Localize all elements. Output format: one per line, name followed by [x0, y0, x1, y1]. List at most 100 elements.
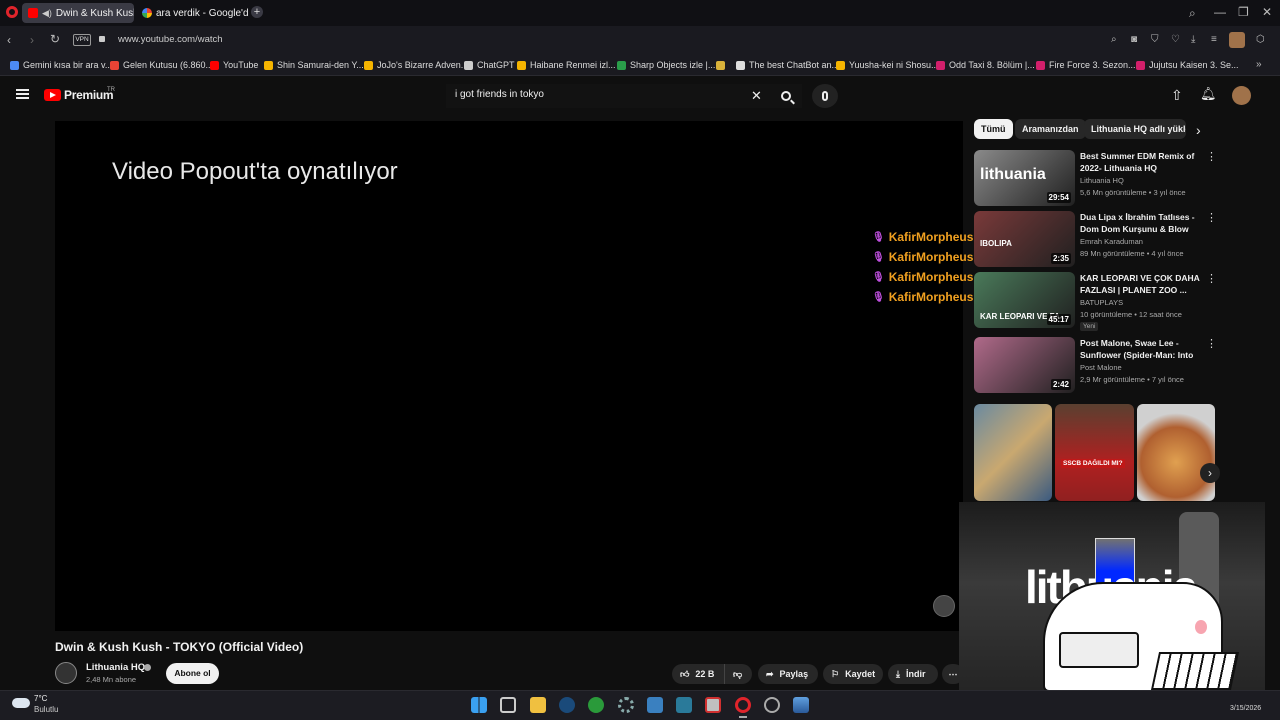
bookmark-item[interactable] — [716, 58, 729, 72]
video-thumbnail[interactable]: lithuania 29:54 — [974, 150, 1075, 206]
recommended-video[interactable]: KAR LEOPARI VE FA... 45:17 KAR LEOPARI VE … — [974, 272, 1217, 331]
chip-channel-uploads[interactable]: Lithuania HQ adlı yükle — [1084, 119, 1186, 139]
notifications-bell-icon[interactable]: 🔔︎ — [1200, 86, 1217, 102]
search-button[interactable] — [771, 84, 801, 108]
vpn-badge[interactable]: VPN — [73, 34, 91, 46]
bookmark-item[interactable]: Odd Taxi 8. Bölüm |... — [936, 58, 1035, 72]
photos-icon[interactable] — [793, 697, 809, 713]
snipping-tool-icon[interactable] — [705, 697, 721, 713]
opera-logo-icon[interactable] — [6, 6, 18, 18]
url-field[interactable]: www.youtube.com/watch — [118, 34, 223, 45]
bookmark-item[interactable]: Gelen Kutusu (6.860... — [110, 58, 213, 72]
download-button[interactable]: ⤓ İndir — [888, 664, 938, 684]
like-button[interactable]: 👍︎ 22 B — [672, 664, 724, 684]
heart-icon[interactable]: ♡ — [1171, 34, 1180, 46]
shelf-thumb-sscb[interactable]: SSCB DAĞILDI MI? — [1055, 404, 1134, 501]
video-thumbnail[interactable]: KAR LEOPARI VE FA... 45:17 — [974, 272, 1075, 328]
video-thumbnail[interactable]: IBOLIPA 2:35 — [974, 211, 1075, 267]
shield-icon[interactable]: ⛉ — [1151, 34, 1159, 46]
bookmark-item[interactable]: Gemini kısa bir ara v... — [10, 58, 112, 72]
bookmark-item[interactable]: Fire Force 3. Sezon... — [1036, 58, 1136, 72]
account-avatar[interactable] — [1232, 86, 1251, 105]
app-icon-2[interactable] — [676, 697, 692, 713]
popout-video-window[interactable]: lithuania — [959, 502, 1265, 704]
profile-avatar[interactable] — [1229, 32, 1245, 48]
camera-icon[interactable]: ◙ — [1131, 34, 1137, 46]
dislike-button[interactable]: 👎︎ — [724, 664, 752, 684]
reload-icon[interactable]: ↻ — [50, 33, 60, 45]
shelf-thumb-ramen[interactable] — [1137, 404, 1215, 501]
bookmark-label: The best ChatBot an... — [749, 60, 840, 70]
search-input[interactable]: i got friends in tokyo — [455, 89, 544, 100]
share-button[interactable]: ➦ Paylaş — [758, 664, 818, 684]
bookmark-item[interactable]: ChatGPT — [464, 58, 515, 72]
more-options-icon[interactable]: ⋮ — [1206, 272, 1217, 285]
bookmark-item[interactable]: Shin Samurai-den Y... — [264, 58, 364, 72]
recommended-video[interactable]: IBOLIPA 2:35 Dua Lipa x İbrahim Tatlıses -… — [974, 211, 1217, 269]
video-player[interactable] — [55, 121, 963, 631]
clock-app-icon[interactable] — [764, 697, 780, 713]
extensions-icon[interactable]: ⬡ — [1256, 34, 1265, 46]
chip-from-search[interactable]: Aramanızdan — [1015, 119, 1086, 139]
bookmark-item[interactable]: The best ChatBot an... — [736, 58, 839, 72]
video-channel[interactable]: BATUPLAYS — [1080, 298, 1123, 307]
new-tab-button[interactable]: + — [251, 6, 263, 18]
back-icon[interactable]: ‹ — [7, 34, 11, 46]
xbox-icon[interactable] — [588, 697, 604, 713]
channel-avatar[interactable] — [55, 662, 77, 684]
file-explorer-icon[interactable] — [530, 697, 546, 713]
menu-icon[interactable]: ≡ — [1211, 34, 1217, 46]
shelf-thumb-anime[interactable] — [974, 404, 1052, 501]
chips-next-icon[interactable]: › — [1196, 122, 1201, 138]
hamburger-menu-icon[interactable] — [16, 89, 29, 99]
tab-youtube[interactable]: ◀) Dwin & Kush Kush - T — [22, 3, 134, 23]
close-window-icon[interactable]: ✕ — [1262, 6, 1272, 18]
bookmark-item[interactable]: Yuusha-kei ni Shosu... — [836, 58, 939, 72]
weather-temperature[interactable]: 7°C — [34, 694, 47, 703]
weather-cloud-icon[interactable] — [12, 698, 30, 708]
video-channel[interactable]: Post Malone — [1080, 363, 1122, 372]
subscribe-button[interactable]: Abone ol — [166, 663, 219, 684]
settings-gear-icon[interactable] — [618, 697, 634, 713]
more-options-icon[interactable]: ⋮ — [1206, 150, 1217, 163]
opera-taskbar-icon[interactable] — [735, 697, 751, 713]
video-title[interactable]: Dua Lipa x İbrahim Tatlıses - Dom Dom Ku… — [1080, 211, 1202, 235]
more-options-icon[interactable]: ⋮ — [1206, 211, 1217, 224]
shelf-next-button[interactable]: › — [1200, 463, 1220, 483]
bookmark-item[interactable]: Jujutsu Kaisen 3. Se... — [1136, 58, 1239, 72]
task-view-icon[interactable] — [500, 697, 516, 713]
clear-search-icon[interactable]: ✕ — [751, 88, 762, 104]
video-channel[interactable]: Emrah Karaduman — [1080, 237, 1143, 246]
find-icon[interactable]: ⌕ — [1111, 34, 1117, 46]
video-title[interactable]: Post Malone, Swae Lee - Sunflower (Spide… — [1080, 337, 1202, 361]
forward-icon[interactable]: › — [30, 34, 34, 46]
chat-username: KafirMorpheus : — [888, 230, 981, 244]
upload-icon[interactable]: ⇧ — [1171, 87, 1183, 104]
app-icon-1[interactable] — [647, 697, 663, 713]
more-bookmarks-icon[interactable]: » — [1256, 59, 1262, 71]
search-tabs-icon[interactable]: ⌕ — [1189, 7, 1196, 19]
channel-name[interactable]: Lithuania HQ — [86, 662, 145, 673]
more-options-icon[interactable]: ⋮ — [1206, 337, 1217, 350]
tab-google[interactable]: ara verdik - Google'da Ara — [136, 3, 248, 23]
save-button[interactable]: ⚐ Kaydet — [823, 664, 883, 684]
video-thumbnail[interactable]: 2:42 — [974, 337, 1075, 393]
minimize-icon[interactable]: — — [1214, 6, 1226, 18]
chip-all[interactable]: Tümü — [974, 119, 1013, 139]
download-icon[interactable]: ⤓ — [1191, 34, 1195, 46]
maximize-icon[interactable]: ❐ — [1238, 6, 1249, 18]
recommended-video[interactable]: 2:42 Post Malone, Swae Lee - Sunflower (S… — [974, 337, 1217, 395]
video-title[interactable]: KAR LEOPARI VE ÇOK DAHA FAZLASI | PLANET… — [1080, 272, 1202, 296]
bookmark-item[interactable]: Sharp Objects izle |... — [617, 58, 715, 72]
bookmark-item[interactable]: Haibane Renmei izl... — [517, 58, 616, 72]
taskbar-date[interactable]: 3/15/2026 — [1230, 705, 1261, 712]
recommended-video[interactable]: lithuania 29:54 Best Summer EDM Remix of 2… — [974, 150, 1217, 208]
start-windows-icon[interactable] — [471, 697, 487, 713]
youtube-logo[interactable]: Premium — [44, 88, 114, 102]
bookmark-item[interactable]: YouTube — [210, 58, 258, 72]
bookmark-item[interactable]: JoJo's Bizarre Adven... — [364, 58, 468, 72]
video-title[interactable]: Best Summer EDM Remix of 2022- Lithuania… — [1080, 150, 1202, 174]
video-channel[interactable]: Lithuania HQ — [1080, 176, 1124, 185]
voice-search-button[interactable] — [812, 84, 838, 108]
steam-icon[interactable] — [559, 697, 575, 713]
